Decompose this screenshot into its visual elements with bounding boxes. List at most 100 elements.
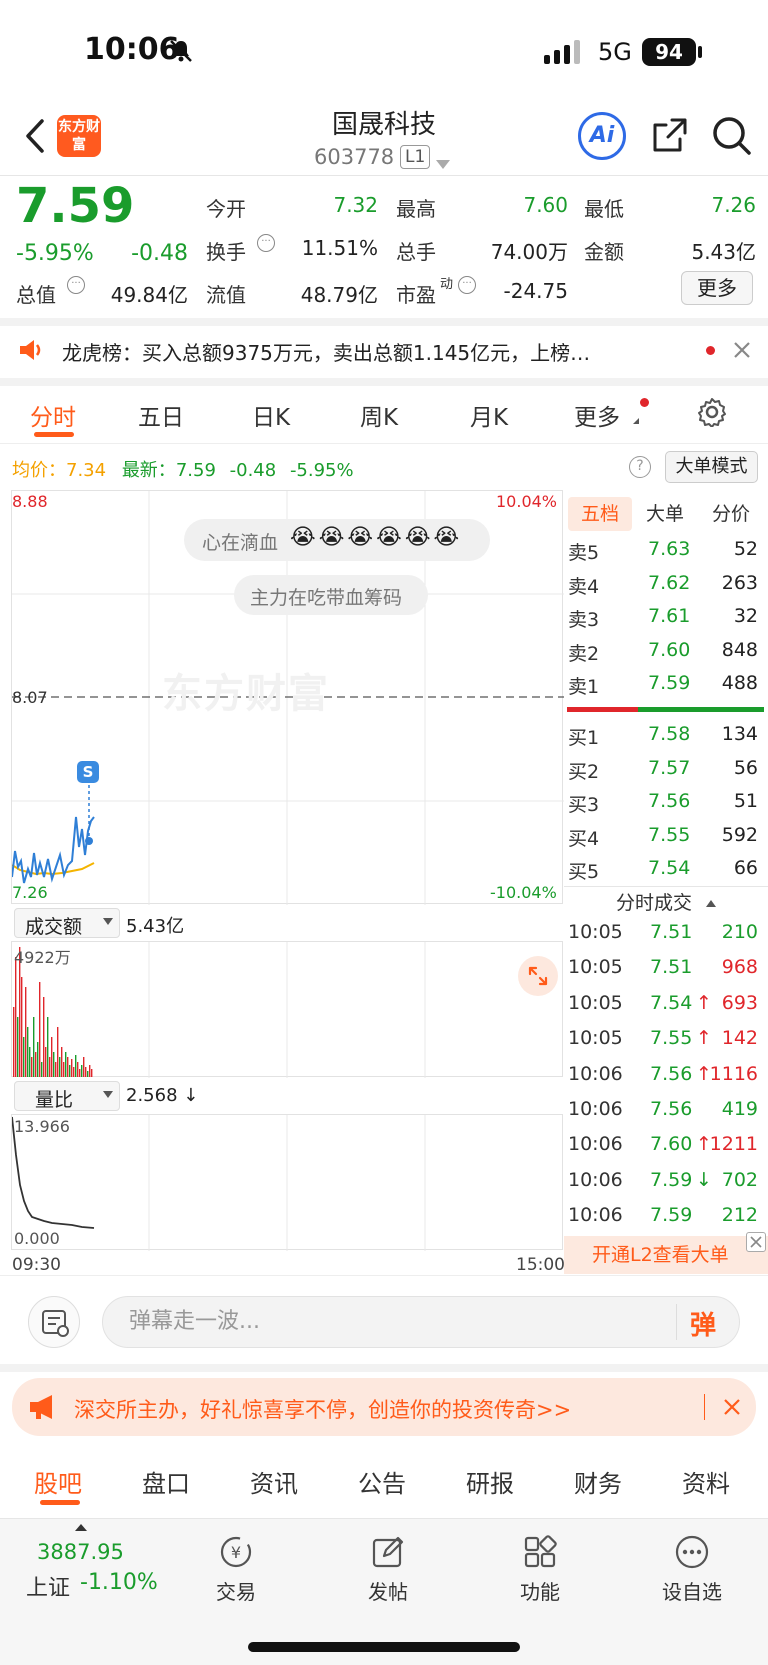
help-icon[interactable]: ? — [629, 456, 651, 478]
ask-level-label: 卖4 — [568, 575, 600, 598]
trade-price: 7.56 — [650, 1062, 693, 1085]
bid-row[interactable]: 买2 7.57 56 — [568, 757, 764, 787]
volume-selector[interactable]: 成交额 — [14, 908, 120, 938]
subtab-announcements[interactable]: 公告 — [358, 1464, 406, 1499]
index-change[interactable]: -1.10% — [80, 1570, 158, 1595]
bid-volume: 56 — [733, 756, 758, 779]
bid-row[interactable]: 买3 7.56 51 — [568, 790, 764, 820]
amount-label: 金额 — [584, 240, 624, 264]
tab-five-levels[interactable]: 五档 — [568, 497, 632, 531]
trade-time: 10:06 — [568, 1168, 623, 1191]
pe-label: 市盈 — [396, 283, 436, 307]
trade-volume: 1116 — [709, 1062, 758, 1085]
barrage-settings-icon[interactable] — [28, 1296, 80, 1348]
promo-close-icon[interactable] — [722, 1397, 742, 1421]
ask-row[interactable]: 卖3 7.61 32 — [568, 605, 764, 635]
volume-bar — [45, 1047, 47, 1077]
tab-big-orders[interactable]: 大单 — [632, 497, 698, 531]
volume-bar — [43, 997, 45, 1077]
trade-price: 7.51 — [650, 956, 693, 979]
caret-down-icon[interactable] — [436, 154, 450, 173]
subtab-finance[interactable]: 财务 — [574, 1464, 622, 1499]
bid-level-label: 买1 — [568, 727, 600, 749]
ratio-chart[interactable]: 13.966 0.000 — [11, 1114, 563, 1251]
bid-row[interactable]: 买1 7.58 134 — [568, 723, 764, 753]
orderbook-tabs: 五档 大单 分价 — [566, 497, 764, 531]
index-value[interactable]: 3887.95 — [37, 1540, 124, 1564]
ai-button[interactable]: Ai — [578, 112, 626, 160]
bid-price: 7.55 — [648, 823, 691, 846]
subtab-research[interactable]: 研报 — [466, 1464, 514, 1499]
share-icon[interactable] — [650, 115, 690, 159]
info-icon[interactable]: ··· — [67, 276, 85, 294]
barrage-send-button[interactable]: 弹 — [690, 1305, 716, 1342]
volume-chart[interactable]: 4922万 — [11, 941, 563, 1078]
tab-price-dist[interactable]: 分价 — [698, 497, 764, 531]
nav-add-watchlist[interactable]: 设自选 — [637, 1534, 747, 1605]
subtab-market[interactable]: 盘口 — [142, 1464, 190, 1499]
float-value: 48.79亿 — [300, 283, 378, 307]
nav-post[interactable]: 发帖 — [333, 1534, 443, 1605]
tab-underline — [34, 432, 74, 437]
price-chart[interactable]: 东方财富 S 心在滴血 😭😭😭😭😭😭 主力在吃带血筹码 — [11, 490, 564, 905]
tab-weekly-k[interactable]: 周K — [360, 398, 398, 432]
home-indicator — [248, 1642, 520, 1652]
time-axis-start: 09:30 — [12, 1255, 61, 1275]
ask-volume: 32 — [733, 605, 758, 627]
expand-icon[interactable] — [518, 956, 558, 996]
bid-level-label: 买5 — [568, 861, 600, 883]
bid-row[interactable]: 买5 7.54 66 — [568, 857, 764, 887]
index-name[interactable]: 上证 — [26, 1570, 70, 1602]
ask-row[interactable]: 卖5 7.63 52 — [568, 538, 764, 568]
tab-five-day[interactable]: 五日 — [138, 398, 184, 432]
level-badge[interactable]: L1 — [400, 145, 431, 169]
grid-icon — [524, 1535, 557, 1568]
settings-gear-icon[interactable] — [697, 397, 727, 431]
tab-daily-k[interactable]: 日K — [252, 398, 290, 432]
watermark: 东方财富 — [162, 671, 330, 717]
trade-price: 7.56 — [650, 1098, 693, 1120]
trades-title[interactable]: 分时成交 — [564, 888, 768, 916]
info-icon[interactable]: ··· — [257, 234, 275, 252]
trade-time: 10:06 — [568, 1062, 623, 1085]
float-label: 流值 — [206, 283, 246, 307]
trade-volume: 212 — [721, 1204, 758, 1227]
promo-banner[interactable]: 深交所主办，好礼惊喜享不停，创造你的投资传奇>> — [12, 1378, 756, 1436]
comment-bubble[interactable]: 心在滴血 😭😭😭😭😭😭 — [184, 519, 490, 561]
trade-price: 7.59 — [650, 1168, 693, 1191]
ask-price: 7.61 — [648, 605, 691, 627]
tab-intraday[interactable]: 分时 — [30, 398, 76, 432]
big-order-mode-button[interactable]: 大单模式 — [665, 451, 758, 483]
ask-row[interactable]: 卖2 7.60 848 — [568, 639, 764, 669]
section-divider — [0, 378, 768, 386]
trade-time: 10:06 — [568, 1098, 623, 1120]
search-icon[interactable] — [711, 115, 753, 161]
trade-row: 10:06 7.56 ↑ 1116 — [568, 1063, 764, 1097]
signal-badge[interactable]: S — [77, 761, 99, 783]
ask-row[interactable]: 卖4 7.62 263 — [568, 572, 764, 602]
volume-bar — [25, 987, 27, 1077]
barrage-input[interactable]: 弹幕走一波... — [102, 1296, 740, 1348]
close-icon[interactable] — [733, 341, 751, 363]
comment-bubble[interactable]: 主力在吃带血筹码 — [234, 575, 428, 615]
tab-monthly-k[interactable]: 月K — [470, 398, 508, 432]
subtab-forum[interactable]: 股吧 — [34, 1464, 82, 1499]
trade-volume: 693 — [721, 991, 758, 1014]
tab-more[interactable]: 更多 — [574, 398, 620, 432]
banner-close-icon[interactable] — [746, 1232, 766, 1252]
subtab-profile[interactable]: 资料 — [682, 1464, 730, 1499]
pct-axis-low: -10.04% — [490, 883, 557, 902]
more-button[interactable]: 更多 — [681, 271, 753, 305]
bid-price: 7.54 — [648, 857, 691, 879]
notice-text[interactable]: 龙虎榜：买入总额9375万元，卖出总额1.145亿元，上榜… — [62, 337, 682, 366]
ask-row[interactable]: 卖1 7.59 488 — [568, 672, 764, 702]
turnover-value: 11.51% — [301, 236, 378, 260]
nav-trade[interactable]: ¥ 交易 — [181, 1534, 291, 1605]
ratio-selector[interactable]: 量比 — [14, 1081, 120, 1111]
nav-functions[interactable]: 功能 — [485, 1534, 595, 1605]
info-icon[interactable]: ··· — [458, 276, 476, 294]
bid-row[interactable]: 买4 7.55 592 — [568, 824, 764, 854]
subtab-news[interactable]: 资讯 — [250, 1464, 298, 1499]
trade-row: 10:05 7.51 210 — [568, 921, 764, 955]
l2-banner[interactable]: 开通L2查看大单 — [564, 1236, 768, 1274]
